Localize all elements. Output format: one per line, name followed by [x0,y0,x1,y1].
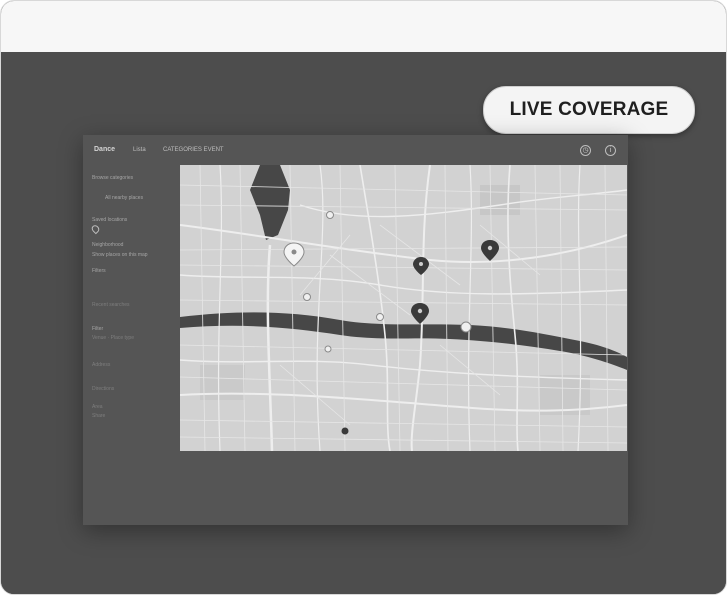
info-icon[interactable]: i [605,145,616,156]
live-coverage-badge[interactable]: LIVE COVERAGE [483,86,695,134]
sidebar-item[interactable]: Filter [92,326,103,332]
map-pin[interactable] [341,427,349,435]
map-pin[interactable] [460,321,472,333]
sidebar-item[interactable]: Address [92,362,110,368]
sidebar-item[interactable]: Saved locations [92,217,127,223]
sidebar-item[interactable]: Neighborhood [92,242,123,248]
preview-card: LIVE COVERAGE Dance Lista CATEGORIES EVE… [0,0,727,595]
sidebar-item[interactable]: Show places on this map [92,252,148,258]
nav-categories[interactable]: CATEGORIES EVENT [163,147,224,153]
app-window: Dance Lista CATEGORIES EVENT ◷ i Browse … [83,135,628,525]
brand-logo[interactable]: Dance [94,146,115,153]
map-canvas [180,165,627,451]
top-bar [1,1,726,53]
app-header: Dance Lista CATEGORIES EVENT ◷ i [83,135,628,167]
sidebar-item[interactable]: Browse categories [92,175,133,181]
city-map[interactable] [180,165,627,451]
location-pin-icon [90,223,101,235]
sidebar-item[interactable]: Filters [92,268,106,274]
sidebar-item[interactable]: Venue · Place type [92,335,134,341]
sidebar-item[interactable]: Area [92,404,103,410]
sidebar-item[interactable]: All nearby places [105,195,143,201]
map-pin[interactable] [376,313,384,321]
clock-icon[interactable]: ◷ [580,145,591,156]
nav-lista[interactable]: Lista [133,147,146,153]
sidebar-item[interactable]: Share [92,413,105,419]
sidebar: Browse categories All nearby places Save… [83,167,179,525]
sidebar-item[interactable]: Recent searches [92,302,130,308]
map-pin[interactable] [326,211,334,219]
sidebar-item[interactable]: Directions [92,386,114,392]
map-pin[interactable] [303,293,311,301]
map-pin[interactable] [324,345,332,353]
